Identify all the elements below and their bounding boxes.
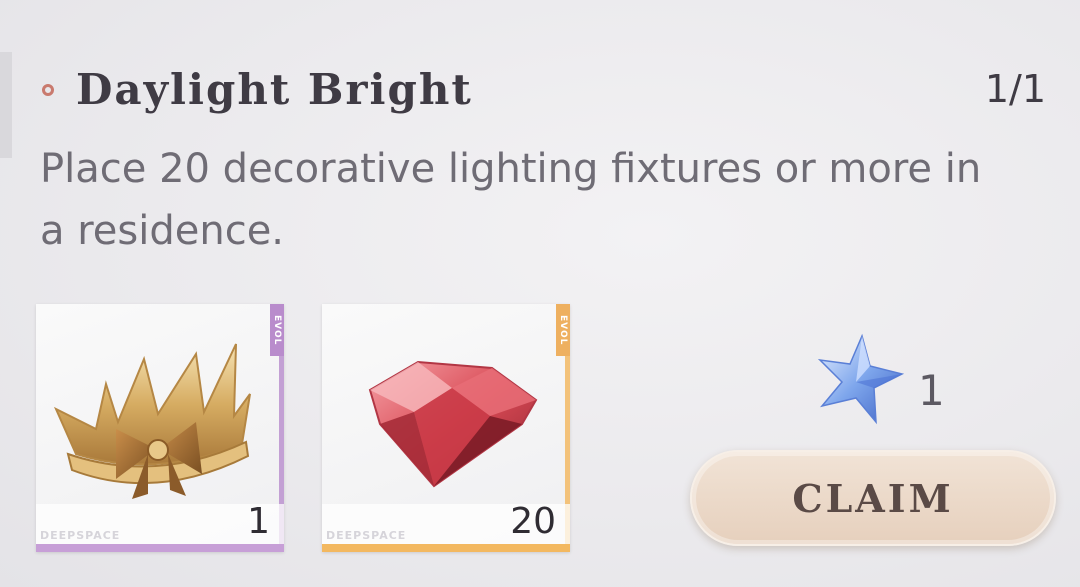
panel-edge-tab (0, 52, 12, 158)
quest-marker-icon (42, 84, 54, 96)
rarity-tag: EVOL (556, 304, 570, 356)
quest-progress: 1/1 (984, 67, 1046, 111)
rarity-tag: EVOL (270, 304, 284, 356)
quest-title: Daylight Bright (76, 65, 473, 114)
bonus-count: 1 (918, 366, 945, 415)
reward-quantity: 1 (247, 501, 270, 542)
brand-watermark: DEEPSPACE (326, 529, 407, 542)
claim-button[interactable]: CLAIM (690, 450, 1056, 546)
quest-description: Place 20 decorative lighting fixtures or… (40, 146, 982, 254)
reward-card-crown[interactable]: EVOL DEEPSPACE 1 (36, 304, 284, 552)
rarity-bar (36, 544, 284, 552)
brand-watermark: DEEPSPACE (40, 529, 121, 542)
rarity-bar (322, 544, 570, 552)
reward-card-gem[interactable]: EVOL DEEPSPACE 20 (322, 304, 570, 552)
reward-quantity: 20 (510, 501, 556, 542)
quest-header: Daylight Bright (42, 62, 473, 118)
blue-star-icon (817, 333, 905, 425)
